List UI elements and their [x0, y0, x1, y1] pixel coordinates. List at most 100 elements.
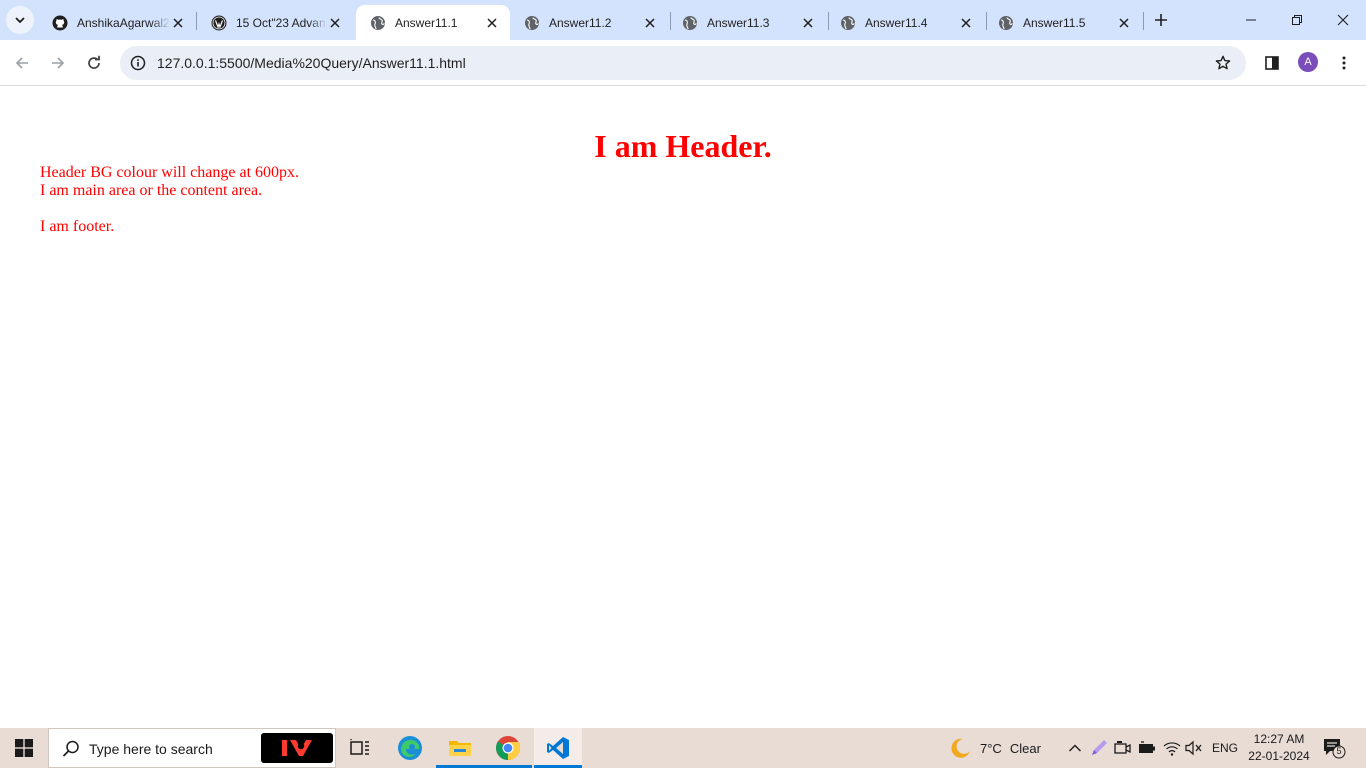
tab-answer11-5[interactable]: Answer11.5	[984, 5, 1142, 40]
file-explorer-icon	[449, 741, 471, 756]
task-view-button[interactable]	[336, 728, 384, 768]
reload-button[interactable]	[78, 47, 110, 79]
clock-time: 12:27 AM	[1253, 732, 1305, 746]
edge-icon	[398, 736, 422, 760]
more-vert-icon	[1342, 56, 1346, 70]
side-panel-icon	[1265, 56, 1279, 70]
battery-button[interactable]	[1135, 728, 1159, 768]
address-bar[interactable]: 127.0.0.1:5500/Media%20Query/Answer11.1.…	[120, 46, 1246, 80]
close-icon[interactable]	[1116, 15, 1132, 31]
tab-title: Answer11.4	[865, 15, 928, 30]
tab-strip: AnshikaAgarwal2 15 Oct"23 Advan Answer11…	[0, 0, 1366, 40]
side-panel-button[interactable]	[1256, 47, 1288, 79]
arrow-right-icon	[52, 57, 65, 69]
back-button[interactable]	[6, 47, 38, 79]
close-icon	[1337, 14, 1349, 26]
moon-icon	[951, 738, 970, 758]
show-hidden-icons-button[interactable]	[1063, 728, 1087, 768]
notification-center-button[interactable]: 5	[1322, 736, 1346, 760]
reload-icon	[88, 55, 100, 69]
window-close-button[interactable]	[1320, 0, 1366, 40]
tab-title: 15 Oct"23 Advan	[236, 15, 326, 30]
camera-icon	[1114, 741, 1131, 754]
tab-answer11-4[interactable]: Answer11.4	[826, 5, 984, 40]
new-tab-button[interactable]	[1150, 9, 1172, 31]
github-icon	[52, 15, 68, 31]
close-icon[interactable]	[642, 15, 658, 31]
pen-icon	[1092, 740, 1107, 755]
header-note: Header BG colour will change at 600px.	[40, 164, 300, 181]
weather-widget[interactable]: 7°C Clear	[948, 728, 1041, 768]
tab-answer11-2[interactable]: Answer11.2	[510, 5, 668, 40]
volume-button[interactable]	[1182, 728, 1206, 768]
globe-icon	[840, 15, 856, 31]
globe-icon	[682, 15, 698, 31]
minimize-button[interactable]	[1228, 0, 1274, 40]
menu-button[interactable]	[1328, 47, 1360, 79]
tab-title: Answer11.2	[549, 15, 612, 30]
chevron-down-icon	[15, 17, 25, 24]
network-button[interactable]	[1160, 728, 1184, 768]
notification-badge: 5	[1336, 746, 1342, 756]
globe-icon	[524, 15, 540, 31]
close-icon[interactable]	[958, 15, 974, 31]
pen-tray-button[interactable]	[1087, 728, 1111, 768]
minimize-icon	[1246, 19, 1256, 21]
globe-icon	[370, 15, 386, 31]
weather-temp: 7°C	[980, 740, 1002, 756]
close-icon[interactable]	[327, 15, 343, 31]
tab-title: Answer11.5	[1023, 15, 1086, 30]
clock-date: 22-01-2024	[1248, 749, 1310, 763]
battery-icon	[1139, 741, 1155, 753]
web-page: I am Header. Header BG colour will chang…	[0, 87, 1366, 728]
tab-title: Answer11.3	[707, 15, 770, 30]
tab-title: Answer11.1	[395, 15, 458, 30]
tab-github[interactable]: AnshikaAgarwal2	[38, 5, 196, 40]
vscode-button[interactable]	[534, 728, 582, 768]
browser-toolbar: 127.0.0.1:5500/Media%20Query/Answer11.1.…	[0, 40, 1366, 86]
url-text[interactable]: 127.0.0.1:5500/Media%20Query/Answer11.1.…	[157, 55, 466, 71]
input-language[interactable]: ENG	[1212, 741, 1238, 755]
chrome-icon	[496, 736, 521, 760]
chevron-up-icon	[1069, 744, 1081, 752]
page-header: I am Header.	[594, 128, 772, 164]
windows-icon	[15, 739, 33, 757]
tab-title: AnshikaAgarwal2	[77, 15, 170, 30]
bookmark-star-icon[interactable]	[1212, 52, 1234, 74]
iv-app-icon[interactable]	[261, 733, 333, 763]
tab-answer11-3[interactable]: Answer11.3	[668, 5, 826, 40]
edge-button[interactable]	[386, 728, 434, 768]
arrow-left-icon	[15, 57, 28, 69]
site-info-icon[interactable]	[126, 51, 150, 75]
plus-icon	[1155, 14, 1167, 26]
restore-button[interactable]	[1274, 0, 1320, 40]
tab-divider	[1143, 12, 1144, 30]
close-icon[interactable]	[800, 15, 816, 31]
main-content: I am main area or the content area.	[40, 182, 263, 199]
tab-answer11-1[interactable]: Answer11.1	[356, 5, 510, 40]
system-clock[interactable]: 12:27 AM 22-01-2024	[1242, 731, 1316, 765]
tab-search-button[interactable]	[6, 6, 34, 34]
weather-condition: Clear	[1009, 740, 1041, 756]
globe-icon	[998, 15, 1014, 31]
close-icon[interactable]	[170, 15, 186, 31]
task-view-icon	[350, 739, 369, 755]
wordpress-icon	[211, 15, 227, 31]
start-button[interactable]	[0, 728, 48, 768]
taskbar-search[interactable]: Type here to search	[48, 728, 336, 768]
meet-now-button[interactable]	[1111, 728, 1135, 768]
chrome-button[interactable]	[484, 728, 532, 768]
windows-taskbar: Type here to search 7°C Clear ENG 12:27 …	[0, 728, 1366, 768]
page-footer: I am footer.	[40, 218, 115, 235]
wifi-icon	[1163, 742, 1181, 756]
close-icon[interactable]	[484, 15, 500, 31]
file-explorer-button[interactable]	[436, 728, 484, 768]
search-icon	[62, 740, 79, 757]
profile-avatar[interactable]: A	[1298, 52, 1318, 72]
restore-icon	[1292, 15, 1302, 25]
volume-muted-icon	[1185, 740, 1202, 756]
vscode-icon	[547, 737, 569, 759]
tab-wordpress[interactable]: 15 Oct"23 Advan	[197, 5, 353, 40]
search-placeholder: Type here to search	[89, 741, 213, 757]
forward-button[interactable]	[42, 47, 74, 79]
